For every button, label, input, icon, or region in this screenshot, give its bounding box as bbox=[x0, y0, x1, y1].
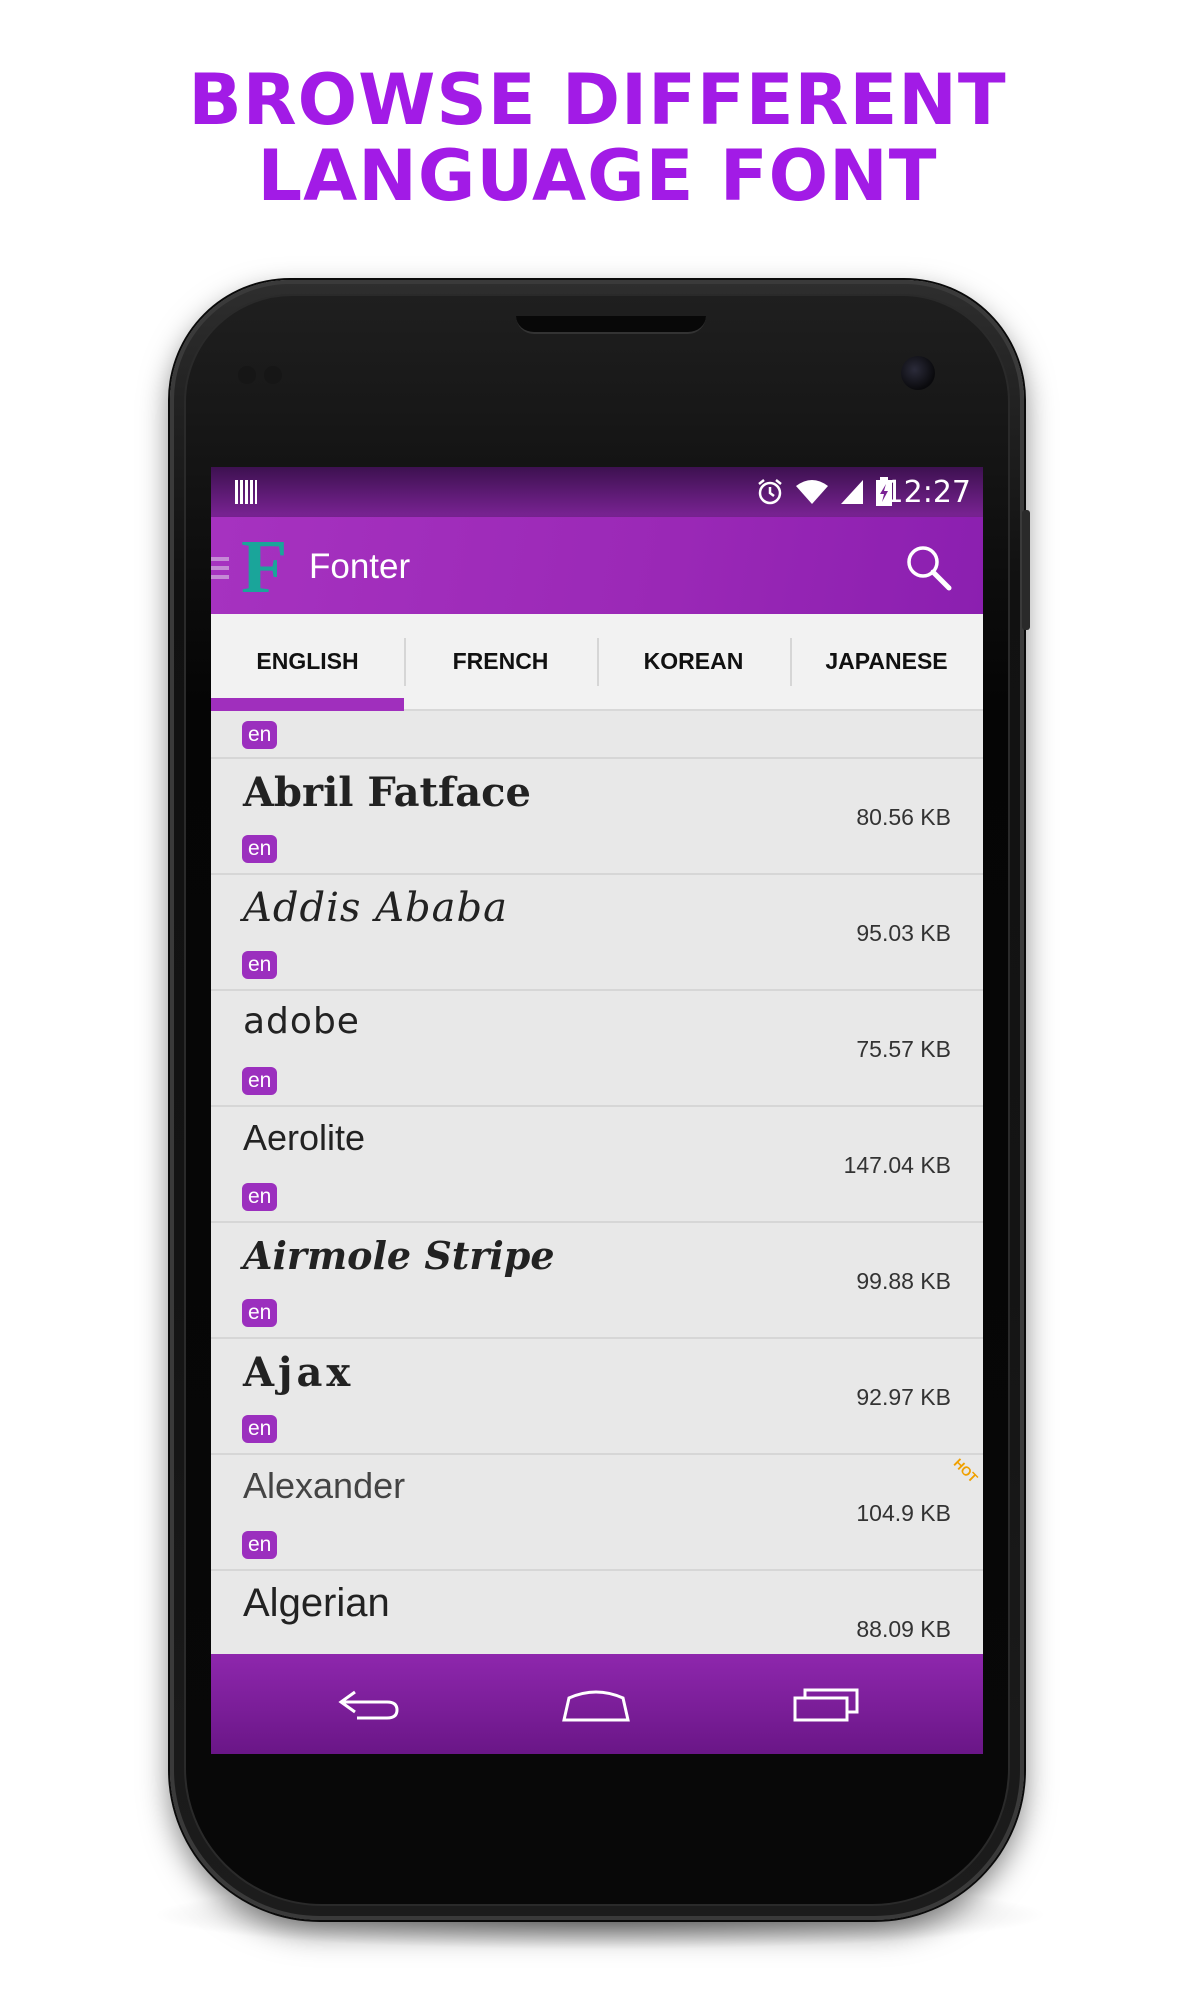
font-size: 88.09 KB bbox=[856, 1616, 951, 1642]
font-name: Airmole Stripe bbox=[243, 1233, 555, 1278]
home-icon[interactable] bbox=[561, 1684, 631, 1724]
font-name: Aerolite bbox=[243, 1117, 366, 1158]
language-badge: en bbox=[242, 835, 278, 863]
language-badge: en bbox=[242, 1183, 278, 1211]
font-size: 95.03 KB bbox=[856, 920, 951, 946]
list-item[interactable]: Aerolite en 147.04 KB bbox=[211, 1107, 983, 1223]
proximity-sensor bbox=[238, 366, 256, 384]
app-title: Fonter bbox=[309, 547, 411, 586]
headline-line-2: LANGUAGE FONT bbox=[257, 135, 938, 217]
font-name: Addis Ababa bbox=[243, 885, 508, 931]
font-name: adobe bbox=[243, 1001, 360, 1042]
list-item[interactable]: Alexander HOT en 104.9 KB bbox=[211, 1455, 983, 1571]
front-camera bbox=[901, 356, 935, 390]
tab-french[interactable]: FRENCH bbox=[404, 614, 597, 709]
barcode-icon bbox=[235, 480, 257, 504]
menu-icon[interactable] bbox=[211, 557, 229, 579]
font-name: Alexander bbox=[243, 1465, 406, 1506]
font-size: 99.88 KB bbox=[856, 1268, 951, 1294]
font-name: Abril Fatface bbox=[243, 769, 531, 816]
recent-apps-icon[interactable] bbox=[791, 1684, 861, 1724]
language-tabs: ENGLISH FRENCH KOREAN JAPANESE bbox=[211, 614, 983, 711]
headline-line-1: BROWSE DIFFERENT bbox=[188, 59, 1007, 141]
earpiece-speaker bbox=[516, 316, 706, 334]
phone-screen: 12:27 F Fonter ENGLISH FRENCH KOREAN JAP… bbox=[211, 467, 983, 1754]
list-item[interactable]: Abril Fatface en 80.56 KB bbox=[211, 759, 983, 875]
list-item[interactable]: Ajax en 92.97 KB bbox=[211, 1339, 983, 1455]
language-badge: en bbox=[242, 1415, 278, 1443]
tab-english[interactable]: ENGLISH bbox=[211, 614, 404, 711]
font-name: Ajax bbox=[243, 1349, 355, 1396]
search-icon[interactable] bbox=[903, 542, 953, 592]
font-size: 80.56 KB bbox=[856, 804, 951, 830]
language-badge: en bbox=[242, 1531, 278, 1559]
language-badge: en bbox=[242, 721, 278, 749]
language-badge: en bbox=[242, 1067, 278, 1095]
alarm-icon bbox=[758, 479, 782, 505]
list-item[interactable]: Airmole Stripe en 99.88 KB bbox=[211, 1223, 983, 1339]
list-item[interactable]: en bbox=[211, 709, 983, 759]
status-icons bbox=[755, 477, 893, 507]
back-icon[interactable] bbox=[333, 1684, 403, 1724]
font-size: 147.04 KB bbox=[843, 1152, 951, 1178]
font-size: 75.57 KB bbox=[856, 1036, 951, 1062]
side-button bbox=[1022, 510, 1030, 630]
language-badge: en bbox=[242, 1299, 278, 1327]
app-bar: F Fonter bbox=[211, 517, 983, 614]
status-time: 12:27 bbox=[884, 475, 971, 510]
status-bar: 12:27 bbox=[211, 467, 983, 517]
hot-badge: HOT bbox=[950, 1455, 981, 1486]
font-list[interactable]: en Abril Fatface en 80.56 KB Addis Ababa… bbox=[211, 709, 983, 1687]
tab-japanese[interactable]: JAPANESE bbox=[790, 614, 983, 709]
light-sensor bbox=[264, 366, 282, 384]
language-badge: en bbox=[242, 951, 278, 979]
tab-korean[interactable]: KOREAN bbox=[597, 614, 790, 709]
list-item[interactable]: Addis Ababa en 95.03 KB bbox=[211, 875, 983, 991]
signal-icon bbox=[841, 480, 863, 504]
promo-headline: BROWSE DIFFERENT LANGUAGE FONT bbox=[0, 62, 1195, 214]
navigation-bar bbox=[211, 1654, 983, 1754]
wifi-icon bbox=[796, 480, 828, 504]
app-logo[interactable]: F bbox=[241, 529, 287, 605]
font-size: 104.9 KB bbox=[856, 1500, 951, 1526]
font-size: 92.97 KB bbox=[856, 1384, 951, 1410]
list-item[interactable]: adobe en 75.57 KB bbox=[211, 991, 983, 1107]
font-name: Algerian bbox=[243, 1581, 390, 1625]
